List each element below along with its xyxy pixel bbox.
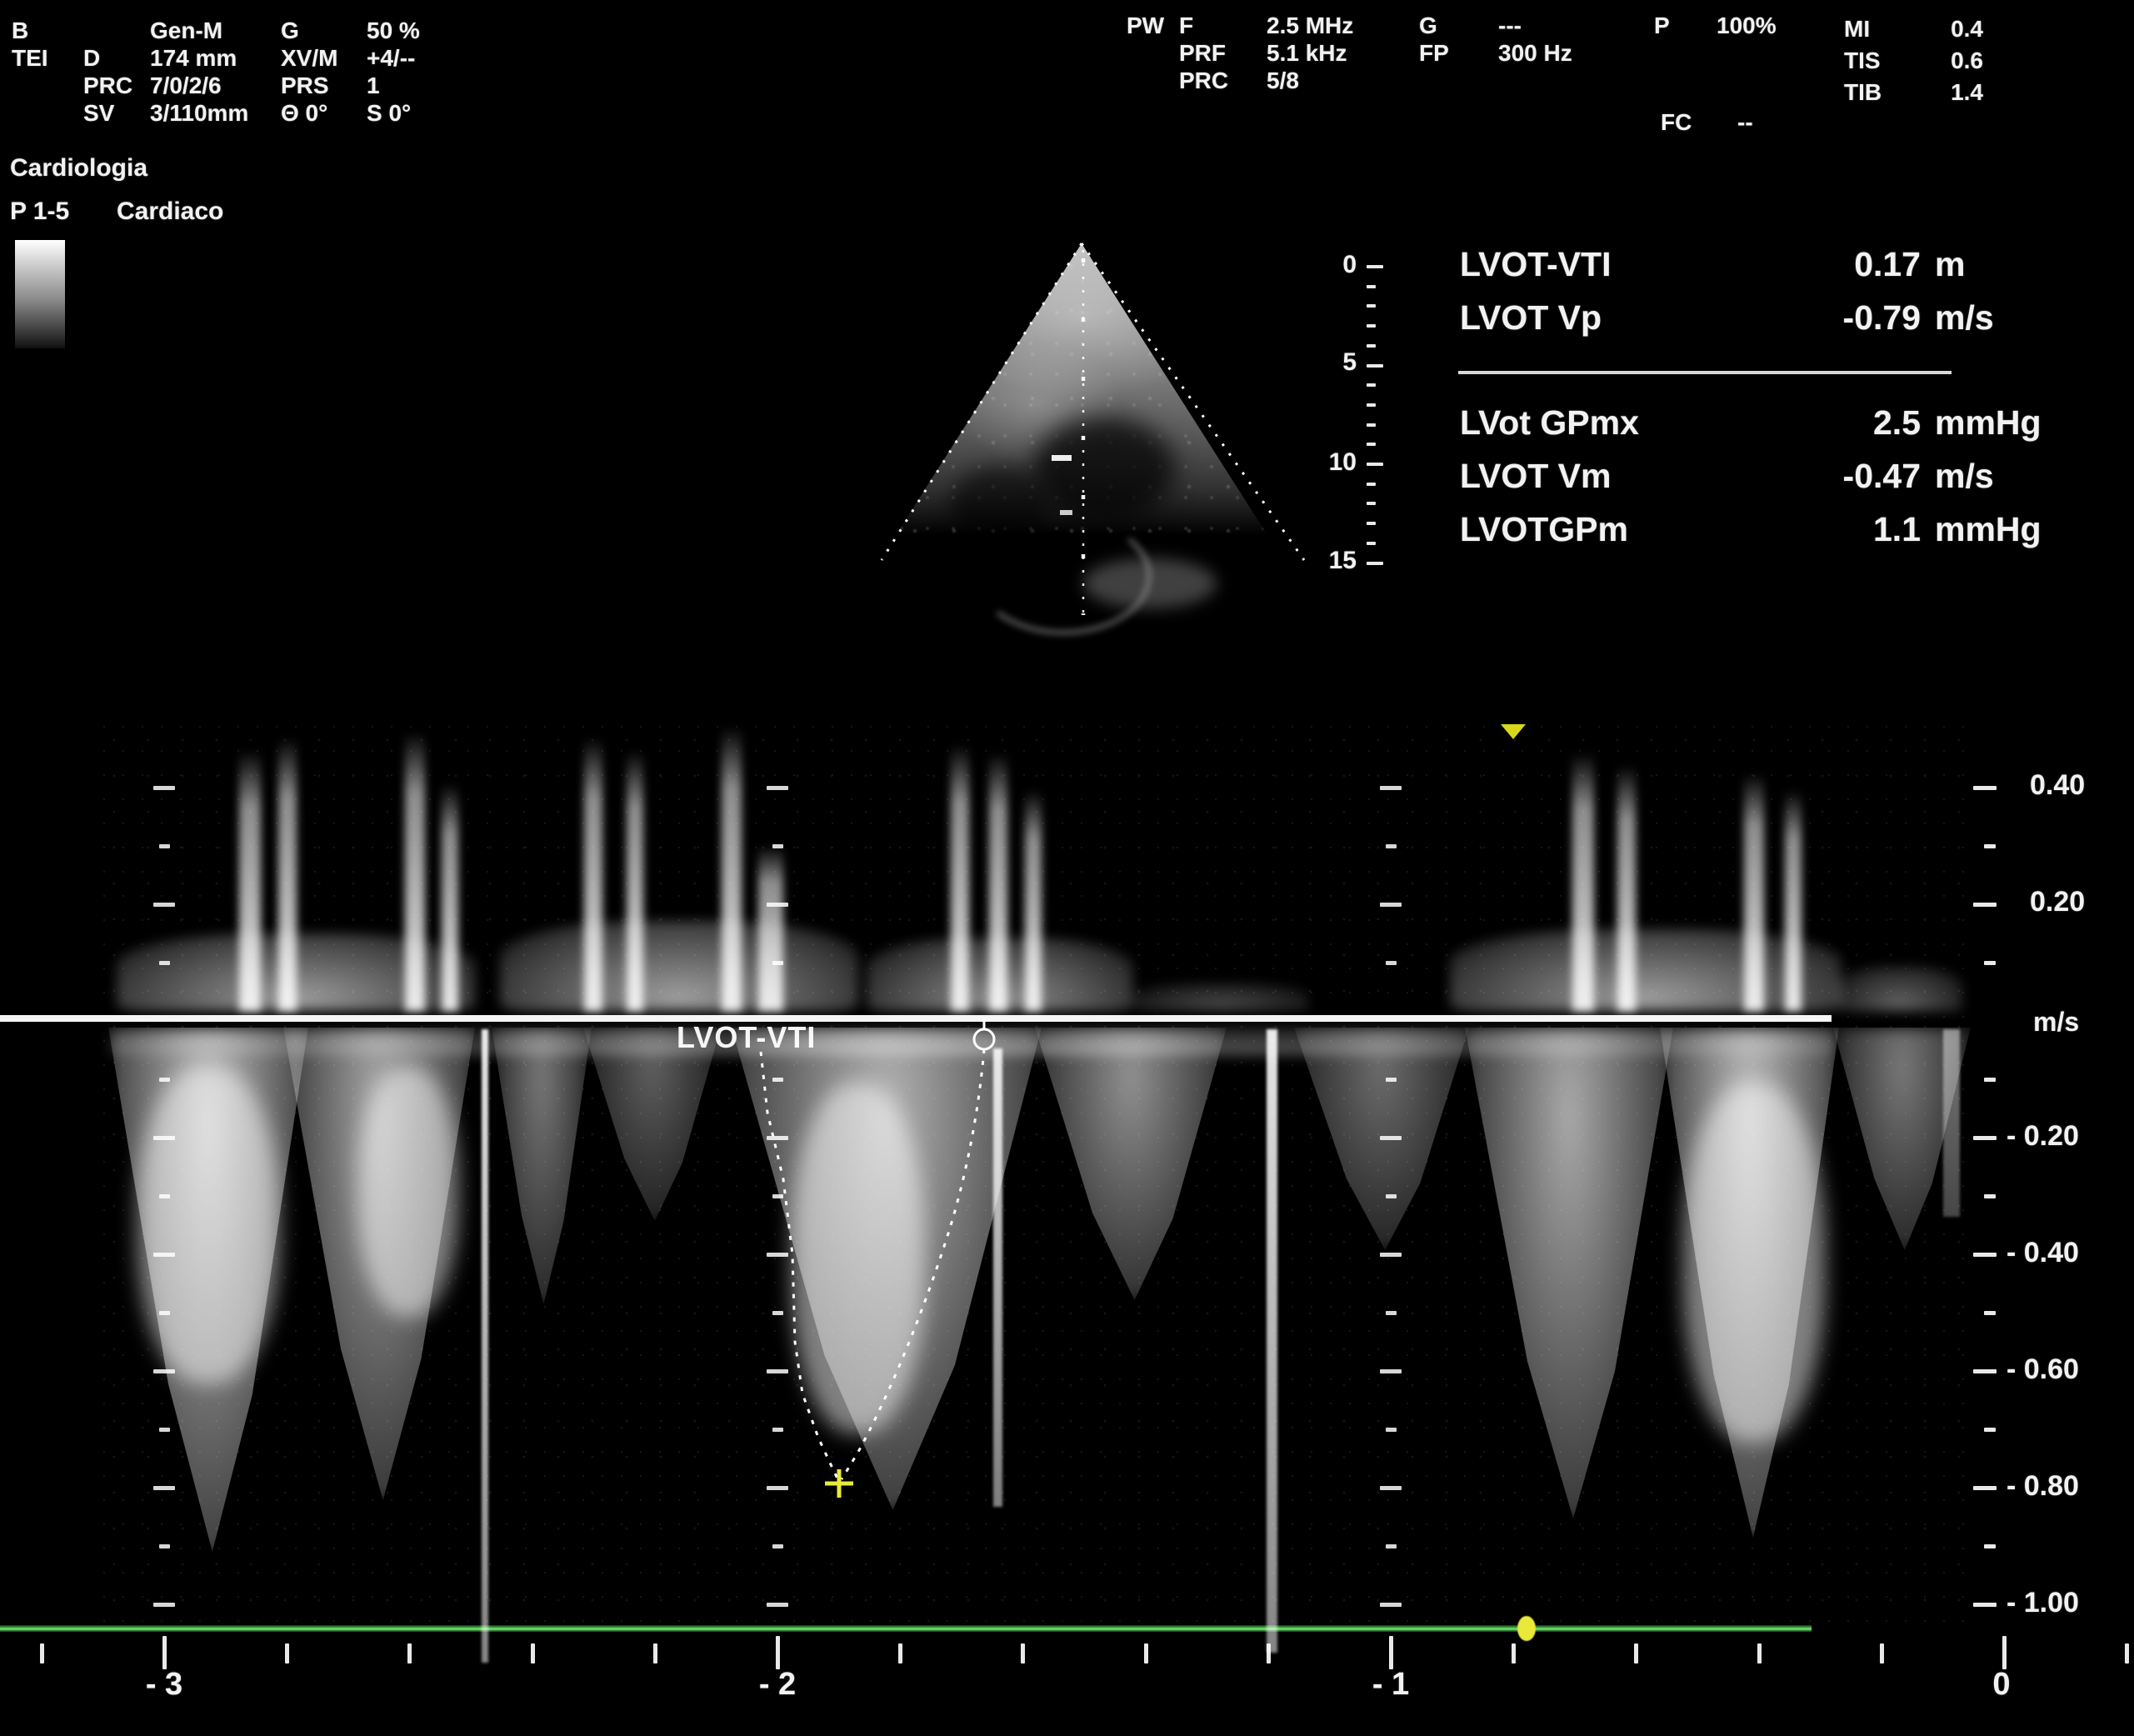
vel-label-pos-040: 0.40 xyxy=(2030,771,2085,801)
vel-label-neg-020: - 0.20 xyxy=(2007,1122,2079,1152)
gain-label: G xyxy=(281,18,299,43)
meas-unit-1: m xyxy=(1935,247,1965,283)
xvm-label: XV/M xyxy=(281,46,337,70)
meas-value-5: 1.1 xyxy=(1667,512,1921,548)
map-value: Gen-M xyxy=(150,18,222,43)
meas-value-3: 2.5 xyxy=(1667,405,1921,441)
mi-label: MI xyxy=(1844,17,1870,41)
gain-value: 50 % xyxy=(367,18,420,43)
mode-pw-label: PW xyxy=(1127,13,1164,38)
vel-label-pos-020: 0.20 xyxy=(2030,888,2085,918)
time-label-m3: - 3 xyxy=(97,1668,231,1702)
vel-label-neg-080: - 0.80 xyxy=(2007,1472,2079,1502)
depth-label-0: 0 xyxy=(1273,252,1357,278)
meas-label-2: LVOT Vp xyxy=(1460,300,1602,336)
xvm-value: +4/-- xyxy=(367,46,415,70)
power-value: 100% xyxy=(1717,13,1777,38)
mode-b-label: B xyxy=(12,18,28,43)
depth-label-10: 10 xyxy=(1273,449,1357,476)
sv-label: SV xyxy=(83,101,114,125)
department-label: Cardiologia xyxy=(10,155,147,182)
doppler-baseline xyxy=(0,1015,1832,1022)
depth-value: 174 mm xyxy=(150,46,237,70)
time-label-m2: - 2 xyxy=(711,1668,844,1702)
tei-label: TEI xyxy=(12,46,48,70)
meas-value-1: 0.17 xyxy=(1667,247,1921,283)
fc-value: -- xyxy=(1737,110,1753,134)
prs-value: 1 xyxy=(367,73,380,98)
wall-echo xyxy=(1083,558,1217,608)
meas-unit-4: m/s xyxy=(1935,458,1994,494)
application-label: Cardiaco xyxy=(117,198,223,225)
pw-fp-value: 300 Hz xyxy=(1498,41,1572,65)
time-label-m1: - 1 xyxy=(1324,1668,1457,1702)
pw-prf-label: PRF xyxy=(1179,41,1226,65)
fc-label: FC xyxy=(1661,110,1692,134)
vel-label-neg-100: - 1.00 xyxy=(2007,1588,2079,1618)
meas-value-2: -0.79 xyxy=(1667,300,1921,336)
grayscale-bar xyxy=(15,240,65,348)
meas-label-4: LVOT Vm xyxy=(1460,458,1611,494)
vel-label-neg-040: - 0.40 xyxy=(2007,1238,2079,1268)
pw-prf-value: 5.1 kHz xyxy=(1267,41,1347,65)
meas-label-1: LVOT-VTI xyxy=(1460,247,1611,283)
meas-label-5: LVOTGPm xyxy=(1460,512,1628,548)
probe-label: P 1-5 xyxy=(10,198,69,225)
prs-label: PRS xyxy=(281,73,329,98)
vel-unit-label: m/s xyxy=(2033,1008,2079,1037)
meas-label-3: LVot GPmx xyxy=(1460,405,1639,441)
ecg-sweep-dot xyxy=(1517,1616,1536,1641)
pw-prc-value: 5/8 xyxy=(1267,68,1299,93)
pw-gain-label: G xyxy=(1419,13,1437,38)
depth-label-15: 15 xyxy=(1273,548,1357,574)
sv-value: 3/110mm xyxy=(150,101,248,125)
mi-value: 0.4 xyxy=(1900,17,1983,41)
meas-unit-5: mmHg xyxy=(1935,512,2042,548)
steer-value: S 0° xyxy=(367,101,411,125)
time-label-0: 0 xyxy=(1935,1668,2068,1702)
pw-f-value: 2.5 MHz xyxy=(1267,13,1353,38)
depth-label-5: 5 xyxy=(1273,349,1357,376)
pw-fp-label: FP xyxy=(1419,41,1449,65)
prc-value: 7/0/2/6 xyxy=(150,73,222,98)
power-label: P xyxy=(1654,13,1670,38)
pw-prc-label: PRC xyxy=(1179,68,1228,93)
ultrasound-screen: B TEI Gen-M D 174 mm PRC 7/0/2/6 SV 3/11… xyxy=(0,0,2134,1736)
baseline-marker-triangle[interactable] xyxy=(1501,724,1526,739)
tis-value: 0.6 xyxy=(1900,48,1983,73)
gate-marker xyxy=(1060,510,1072,515)
pw-gain-value: --- xyxy=(1498,13,1522,38)
prc-label: PRC xyxy=(83,73,132,98)
lv-cavity-shadow xyxy=(1033,417,1175,521)
meas-value-4: -0.47 xyxy=(1667,458,1921,494)
tib-value: 1.4 xyxy=(1900,80,1983,104)
theta-value: Θ 0° xyxy=(281,101,327,125)
pw-f-label: F xyxy=(1179,13,1193,38)
tib-label: TIB xyxy=(1844,80,1882,104)
focus-marker xyxy=(1052,455,1072,461)
meas-unit-2: m/s xyxy=(1935,300,1994,336)
meas-unit-3: mmHg xyxy=(1935,405,2042,441)
ecg-trace xyxy=(0,1625,1812,1632)
vel-label-neg-060: - 0.60 xyxy=(2007,1355,2079,1385)
measurement-divider xyxy=(1458,371,1952,374)
tis-label: TIS xyxy=(1844,48,1881,73)
depth-label: D xyxy=(83,46,100,70)
